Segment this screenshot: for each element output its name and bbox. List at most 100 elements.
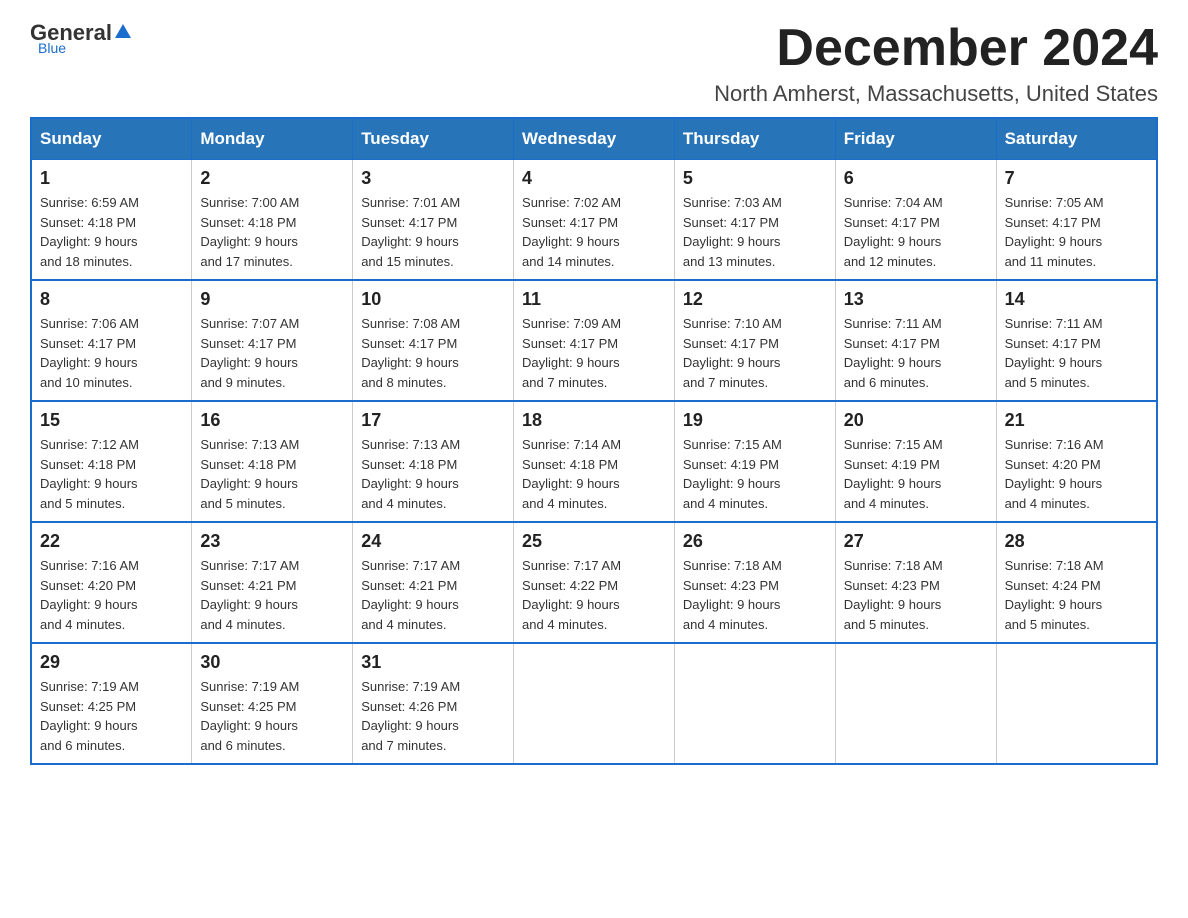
day-info: Sunrise: 7:18 AM Sunset: 4:23 PM Dayligh…: [683, 556, 827, 634]
day-number: 18: [522, 410, 666, 431]
day-number: 11: [522, 289, 666, 310]
day-info: Sunrise: 7:06 AM Sunset: 4:17 PM Dayligh…: [40, 314, 183, 392]
day-number: 5: [683, 168, 827, 189]
header-thursday: Thursday: [674, 118, 835, 160]
table-row: 4 Sunrise: 7:02 AM Sunset: 4:17 PM Dayli…: [514, 160, 675, 281]
day-number: 4: [522, 168, 666, 189]
day-info: Sunrise: 7:05 AM Sunset: 4:17 PM Dayligh…: [1005, 193, 1148, 271]
table-row: 1 Sunrise: 6:59 AM Sunset: 4:18 PM Dayli…: [31, 160, 192, 281]
day-number: 30: [200, 652, 344, 673]
table-row: 23 Sunrise: 7:17 AM Sunset: 4:21 PM Dayl…: [192, 522, 353, 643]
table-row: 31 Sunrise: 7:19 AM Sunset: 4:26 PM Dayl…: [353, 643, 514, 764]
day-info: Sunrise: 7:12 AM Sunset: 4:18 PM Dayligh…: [40, 435, 183, 513]
calendar-week-row: 29 Sunrise: 7:19 AM Sunset: 4:25 PM Dayl…: [31, 643, 1157, 764]
table-row: 19 Sunrise: 7:15 AM Sunset: 4:19 PM Dayl…: [674, 401, 835, 522]
day-number: 8: [40, 289, 183, 310]
calendar-week-row: 22 Sunrise: 7:16 AM Sunset: 4:20 PM Dayl…: [31, 522, 1157, 643]
day-info: Sunrise: 7:07 AM Sunset: 4:17 PM Dayligh…: [200, 314, 344, 392]
table-row: 26 Sunrise: 7:18 AM Sunset: 4:23 PM Dayl…: [674, 522, 835, 643]
day-number: 20: [844, 410, 988, 431]
table-row: 11 Sunrise: 7:09 AM Sunset: 4:17 PM Dayl…: [514, 280, 675, 401]
day-number: 29: [40, 652, 183, 673]
table-row: [835, 643, 996, 764]
day-number: 3: [361, 168, 505, 189]
day-info: Sunrise: 7:19 AM Sunset: 4:26 PM Dayligh…: [361, 677, 505, 755]
table-row: 18 Sunrise: 7:14 AM Sunset: 4:18 PM Dayl…: [514, 401, 675, 522]
day-info: Sunrise: 7:13 AM Sunset: 4:18 PM Dayligh…: [361, 435, 505, 513]
header-sunday: Sunday: [31, 118, 192, 160]
title-area: December 2024 North Amherst, Massachuset…: [714, 20, 1158, 107]
day-number: 28: [1005, 531, 1148, 552]
table-row: 21 Sunrise: 7:16 AM Sunset: 4:20 PM Dayl…: [996, 401, 1157, 522]
day-info: Sunrise: 7:13 AM Sunset: 4:18 PM Dayligh…: [200, 435, 344, 513]
table-row: 30 Sunrise: 7:19 AM Sunset: 4:25 PM Dayl…: [192, 643, 353, 764]
header-friday: Friday: [835, 118, 996, 160]
day-info: Sunrise: 7:17 AM Sunset: 4:21 PM Dayligh…: [200, 556, 344, 634]
table-row: 12 Sunrise: 7:10 AM Sunset: 4:17 PM Dayl…: [674, 280, 835, 401]
header-saturday: Saturday: [996, 118, 1157, 160]
table-row: 6 Sunrise: 7:04 AM Sunset: 4:17 PM Dayli…: [835, 160, 996, 281]
day-info: Sunrise: 7:15 AM Sunset: 4:19 PM Dayligh…: [683, 435, 827, 513]
table-row: 25 Sunrise: 7:17 AM Sunset: 4:22 PM Dayl…: [514, 522, 675, 643]
location-title: North Amherst, Massachusetts, United Sta…: [714, 81, 1158, 107]
day-number: 25: [522, 531, 666, 552]
table-row: 29 Sunrise: 7:19 AM Sunset: 4:25 PM Dayl…: [31, 643, 192, 764]
table-row: 16 Sunrise: 7:13 AM Sunset: 4:18 PM Dayl…: [192, 401, 353, 522]
day-number: 26: [683, 531, 827, 552]
calendar-header-row: Sunday Monday Tuesday Wednesday Thursday…: [31, 118, 1157, 160]
day-number: 7: [1005, 168, 1148, 189]
day-number: 14: [1005, 289, 1148, 310]
day-info: Sunrise: 7:00 AM Sunset: 4:18 PM Dayligh…: [200, 193, 344, 271]
logo-blue-text: Blue: [38, 40, 66, 56]
day-number: 1: [40, 168, 183, 189]
calendar-week-row: 1 Sunrise: 6:59 AM Sunset: 4:18 PM Dayli…: [31, 160, 1157, 281]
day-number: 15: [40, 410, 183, 431]
month-title: December 2024: [714, 20, 1158, 77]
day-info: Sunrise: 7:14 AM Sunset: 4:18 PM Dayligh…: [522, 435, 666, 513]
table-row: 9 Sunrise: 7:07 AM Sunset: 4:17 PM Dayli…: [192, 280, 353, 401]
table-row: 3 Sunrise: 7:01 AM Sunset: 4:17 PM Dayli…: [353, 160, 514, 281]
calendar-table: Sunday Monday Tuesday Wednesday Thursday…: [30, 117, 1158, 765]
day-info: Sunrise: 7:02 AM Sunset: 4:17 PM Dayligh…: [522, 193, 666, 271]
day-number: 19: [683, 410, 827, 431]
page-header: General Blue December 2024 North Amherst…: [30, 20, 1158, 107]
day-number: 27: [844, 531, 988, 552]
table-row: 10 Sunrise: 7:08 AM Sunset: 4:17 PM Dayl…: [353, 280, 514, 401]
table-row: 20 Sunrise: 7:15 AM Sunset: 4:19 PM Dayl…: [835, 401, 996, 522]
header-monday: Monday: [192, 118, 353, 160]
table-row: 13 Sunrise: 7:11 AM Sunset: 4:17 PM Dayl…: [835, 280, 996, 401]
day-info: Sunrise: 7:18 AM Sunset: 4:23 PM Dayligh…: [844, 556, 988, 634]
day-info: Sunrise: 7:15 AM Sunset: 4:19 PM Dayligh…: [844, 435, 988, 513]
day-number: 17: [361, 410, 505, 431]
day-info: Sunrise: 7:18 AM Sunset: 4:24 PM Dayligh…: [1005, 556, 1148, 634]
day-number: 9: [200, 289, 344, 310]
table-row: 5 Sunrise: 7:03 AM Sunset: 4:17 PM Dayli…: [674, 160, 835, 281]
day-info: Sunrise: 7:09 AM Sunset: 4:17 PM Dayligh…: [522, 314, 666, 392]
day-number: 22: [40, 531, 183, 552]
day-number: 16: [200, 410, 344, 431]
logo: General Blue: [30, 20, 134, 58]
day-info: Sunrise: 7:11 AM Sunset: 4:17 PM Dayligh…: [844, 314, 988, 392]
day-number: 10: [361, 289, 505, 310]
table-row: 8 Sunrise: 7:06 AM Sunset: 4:17 PM Dayli…: [31, 280, 192, 401]
table-row: [674, 643, 835, 764]
table-row: [514, 643, 675, 764]
table-row: 7 Sunrise: 7:05 AM Sunset: 4:17 PM Dayli…: [996, 160, 1157, 281]
day-info: Sunrise: 7:19 AM Sunset: 4:25 PM Dayligh…: [40, 677, 183, 755]
table-row: 14 Sunrise: 7:11 AM Sunset: 4:17 PM Dayl…: [996, 280, 1157, 401]
calendar-week-row: 8 Sunrise: 7:06 AM Sunset: 4:17 PM Dayli…: [31, 280, 1157, 401]
day-info: Sunrise: 7:03 AM Sunset: 4:17 PM Dayligh…: [683, 193, 827, 271]
day-info: Sunrise: 7:08 AM Sunset: 4:17 PM Dayligh…: [361, 314, 505, 392]
table-row: [996, 643, 1157, 764]
logo-triangle-icon: [114, 22, 132, 40]
table-row: 28 Sunrise: 7:18 AM Sunset: 4:24 PM Dayl…: [996, 522, 1157, 643]
header-wednesday: Wednesday: [514, 118, 675, 160]
table-row: 17 Sunrise: 7:13 AM Sunset: 4:18 PM Dayl…: [353, 401, 514, 522]
table-row: 15 Sunrise: 7:12 AM Sunset: 4:18 PM Dayl…: [31, 401, 192, 522]
day-number: 2: [200, 168, 344, 189]
day-number: 21: [1005, 410, 1148, 431]
day-info: Sunrise: 7:16 AM Sunset: 4:20 PM Dayligh…: [40, 556, 183, 634]
day-number: 24: [361, 531, 505, 552]
table-row: 22 Sunrise: 7:16 AM Sunset: 4:20 PM Dayl…: [31, 522, 192, 643]
day-number: 13: [844, 289, 988, 310]
